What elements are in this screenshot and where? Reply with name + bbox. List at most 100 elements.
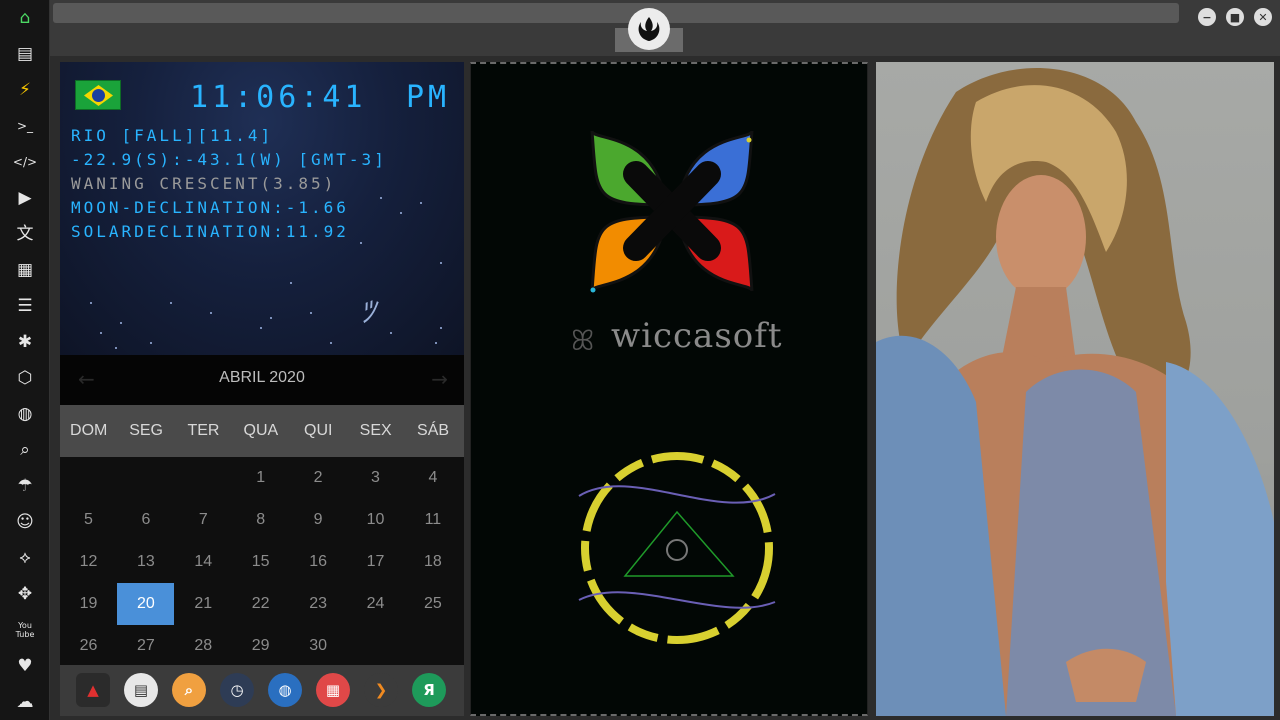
portrait-illustration — [876, 68, 1274, 716]
calendar-day[interactable]: 19 — [60, 583, 117, 625]
emblem-ring — [581, 452, 773, 644]
star — [330, 342, 332, 344]
calendar-day[interactable]: 16 — [290, 541, 347, 583]
calendar-day[interactable]: 15 — [232, 541, 289, 583]
calendar-day[interactable]: 23 — [290, 583, 347, 625]
weekday-label: TER — [187, 422, 220, 439]
star — [210, 312, 212, 314]
sidebar: ⌂ ▤ ⚡ >_ </> ▶ 文 ▦ ☰ ✱ ⬡ ◍ ⌕ ☂ ☺ ⟡ ✥ You Tube ♥ ☁ — [0, 0, 50, 720]
rebel-alliance-icon[interactable] — [628, 8, 670, 50]
calendar-day[interactable]: 5 — [60, 499, 117, 541]
star — [440, 327, 442, 329]
minimize-button[interactable]: − — [1198, 8, 1216, 26]
calendar-app-icon[interactable]: ▦ — [316, 673, 350, 707]
star — [420, 202, 422, 204]
umbrella-icon[interactable]: ☂ — [13, 474, 37, 498]
next-month-button[interactable]: → — [431, 367, 448, 391]
calendar-day[interactable]: 10 — [347, 499, 404, 541]
address-bar[interactable] — [53, 3, 1179, 23]
weekday-header: DOM SEG TER QUA QUI SEX SÁB — [60, 405, 464, 457]
calendar-day[interactable]: 28 — [175, 625, 232, 667]
globe-app-icon[interactable]: ◍ — [268, 673, 302, 707]
cube-icon[interactable]: ⬡ — [13, 366, 37, 390]
calendar-days: 1 2 3 4 5 6 7 8 9 10 11 12 13 14 15 16 17 18 19 20 21 22 23 24 2… — [60, 457, 464, 665]
clock-app-icon[interactable]: ◷ — [220, 673, 254, 707]
calendar-day-selected[interactable]: 20 — [117, 583, 175, 625]
calendar-day[interactable]: 27 — [117, 625, 174, 667]
star — [150, 342, 152, 344]
calendar-day[interactable]: 13 — [117, 541, 174, 583]
star — [390, 332, 392, 334]
yandex-app-icon[interactable]: Я — [412, 673, 446, 707]
star — [360, 242, 362, 244]
calendar-header: ← ABRIL 2020 → — [60, 355, 464, 405]
wiccasoft-logo-icon — [578, 130, 776, 644]
arrow-app-icon[interactable]: ❯ — [364, 673, 398, 707]
heart-icon[interactable]: ♥ — [13, 654, 37, 678]
contact-card-icon[interactable]: ☺ — [13, 510, 37, 534]
clock-info-line: SOLARDECLINATION:11.92 — [71, 222, 349, 241]
calendar-day[interactable]: 6 — [117, 499, 174, 541]
play-icon[interactable]: ▶ — [13, 186, 37, 210]
app-dock: ▲ ▤ ⌕ ◷ ◍ ▦ ❯ Я — [60, 665, 464, 716]
calendar-day[interactable]: 8 — [232, 499, 289, 541]
calendar-day[interactable]: 14 — [175, 541, 232, 583]
star — [290, 282, 292, 284]
zodiac-glyph-icon: ﾂ — [360, 295, 375, 330]
top-bar: − ■ ✕ — [50, 0, 1280, 56]
star — [100, 332, 102, 334]
translate-icon[interactable]: 文 — [13, 222, 37, 246]
document-icon[interactable]: ▤ — [13, 42, 37, 66]
emblem-center — [666, 539, 688, 561]
search-icon[interactable]: ⌕ — [13, 438, 37, 462]
terminal-icon[interactable]: >_ — [13, 114, 37, 138]
brazil-flag-icon — [75, 80, 121, 110]
star — [270, 317, 272, 319]
calendar-day[interactable]: 17 — [347, 541, 404, 583]
lightning-icon[interactable]: ⚡ — [13, 78, 37, 102]
calendar-day[interactable]: 2 — [290, 457, 347, 499]
cloud-icon[interactable]: ☁ — [13, 690, 37, 714]
app-red-triangle-icon[interactable]: ▲ — [76, 673, 110, 707]
calendar-day[interactable]: 7 — [175, 499, 232, 541]
globe-icon[interactable]: ◍ — [13, 402, 37, 426]
link-icon[interactable]: ⟡ — [13, 546, 37, 570]
clock-info-line: RIO [FALL][11.4] — [71, 126, 274, 145]
maximize-button[interactable]: ■ — [1226, 8, 1244, 26]
asterisk-icon[interactable]: ✱ — [13, 330, 37, 354]
home-icon[interactable]: ⌂ — [13, 6, 37, 30]
calendar-day[interactable]: 25 — [404, 583, 461, 625]
calendar-day[interactable]: 1 — [232, 457, 289, 499]
clock-ampm: PM — [406, 80, 451, 115]
calendar-day[interactable]: 12 — [60, 541, 117, 583]
calendar-day[interactable]: 30 — [290, 625, 347, 667]
weekday-label: DOM — [70, 422, 108, 439]
news-app-icon[interactable]: ▤ — [124, 673, 158, 707]
calendar-day[interactable]: 9 — [290, 499, 347, 541]
news-icon[interactable]: ☰ — [13, 294, 37, 318]
close-button[interactable]: ✕ — [1254, 8, 1272, 26]
calendar-day[interactable]: 24 — [347, 583, 404, 625]
star — [400, 212, 402, 214]
code-icon[interactable]: </> — [13, 150, 37, 174]
calendar-day[interactable]: 26 — [60, 625, 117, 667]
calendar-day[interactable]: 11 — [404, 499, 461, 541]
weekday-label: SEX — [359, 422, 392, 439]
calendar-day[interactable]: 18 — [404, 541, 461, 583]
search-app-icon[interactable]: ⌕ — [172, 673, 206, 707]
calendar-day[interactable]: 21 — [175, 583, 232, 625]
calendar-day[interactable]: 3 — [347, 457, 404, 499]
month-title: ABRIL 2020 — [219, 369, 305, 386]
calendar-day[interactable]: 4 — [404, 457, 461, 499]
clock-info-line: -22.9(S):-43.1(W) [GMT-3] — [71, 150, 387, 169]
star — [380, 197, 382, 199]
world-clock-widget: 11:06:41 PM RIO [FALL][11.4] -22.9(S):-43… — [60, 62, 464, 355]
image-icon[interactable]: ▦ — [13, 258, 37, 282]
brand-name: wiccasoft — [611, 316, 783, 356]
calendar-day[interactable]: 29 — [232, 625, 289, 667]
calendar-day[interactable]: 22 — [232, 583, 289, 625]
weekday-label: QUI — [304, 422, 333, 439]
youtube-icon[interactable]: You Tube — [13, 618, 37, 642]
expand-icon[interactable]: ✥ — [13, 582, 37, 606]
brand-panel: wiccasoft ꕤ — [470, 62, 868, 716]
